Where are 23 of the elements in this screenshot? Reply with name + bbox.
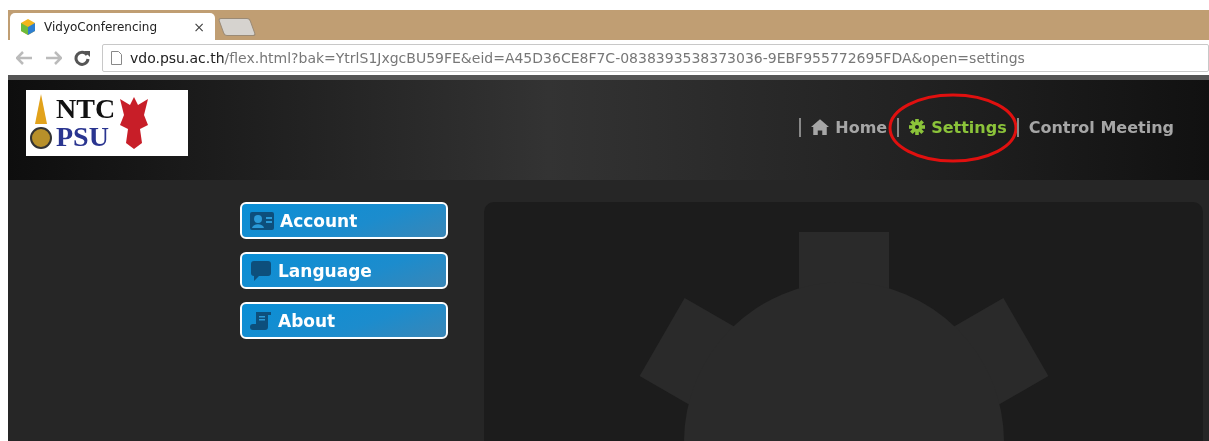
- tab-title: VidyoConferencing: [44, 19, 159, 34]
- address-bar[interactable]: vdo.psu.ac.th/flex.html?bak=YtrlS1JxgcBU59FE&eid=A45D36CE8F7C-0838393538373036-9EBF955772695FDA&open=settings: [102, 43, 1209, 72]
- menu-button[interactable]: Language: [240, 252, 448, 289]
- settings-icon: [909, 119, 926, 135]
- page-icon: [111, 50, 122, 65]
- nav-link[interactable]: Home: [799, 117, 898, 137]
- scroll-icon: [250, 310, 272, 331]
- home-icon: [811, 119, 830, 135]
- url-host: vdo.psu.ac.th: [130, 49, 225, 66]
- menu-button[interactable]: About: [240, 302, 448, 339]
- reload-icon[interactable]: [74, 49, 90, 66]
- menu-button[interactable]: Account: [240, 202, 448, 239]
- forward-icon[interactable]: [45, 50, 62, 65]
- nav-link[interactable]: Control Meeting: [1016, 117, 1184, 137]
- new-tab-button[interactable]: [217, 18, 257, 36]
- contact-card-icon: [250, 211, 274, 230]
- close-button[interactable]: ×: [193, 18, 205, 35]
- speech-bubble-icon: [250, 259, 272, 282]
- app-favicon-icon: [20, 18, 36, 35]
- browser-tab[interactable]: VidyoConferencing ×: [10, 13, 215, 40]
- back-icon[interactable]: [16, 50, 33, 65]
- logo: NTC PSU: [26, 90, 188, 156]
- url-path: /flex.html?bak=YtrlS1JxgcBU59FE&eid=A45D36CE8F7C-0838393538373036-9EBF955772695FDA&open=settings: [224, 49, 1025, 66]
